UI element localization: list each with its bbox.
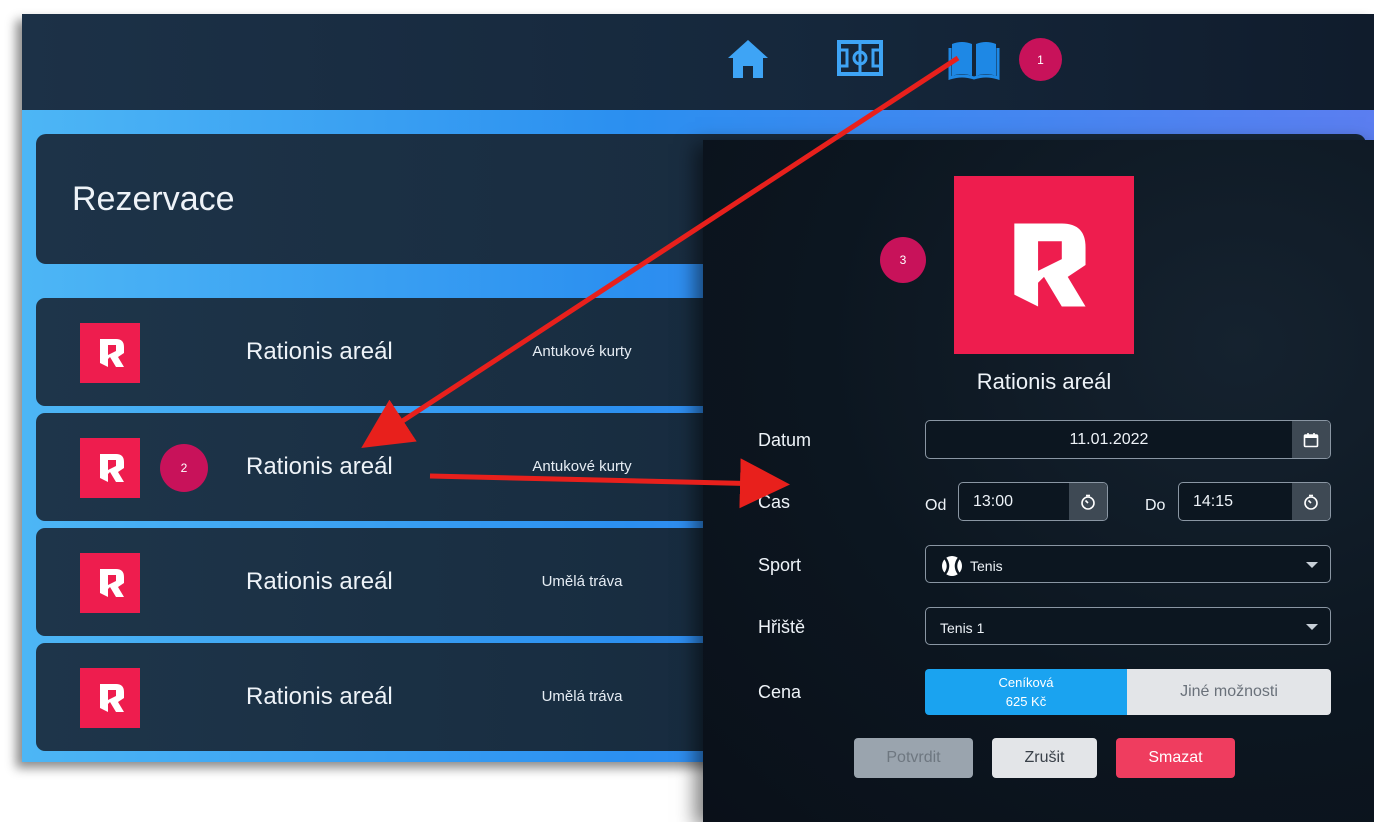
rationis-logo-icon	[80, 323, 140, 383]
reservation-court-type: Antukové kurty	[532, 343, 632, 360]
reservation-place: Rationis areál	[246, 568, 393, 595]
date-label: Datum	[758, 430, 812, 450]
rationis-logo-icon	[954, 176, 1134, 354]
date-value: 11.01.2022	[1069, 431, 1149, 448]
home-icon[interactable]	[726, 38, 770, 85]
sport-select[interactable]: Tenis	[925, 545, 1331, 583]
time-from-value: 13:00	[973, 493, 1014, 510]
reservation-place: Rationis areál	[246, 338, 393, 365]
reservation-dialog: Rationis areál Datum 11.01.2022 Čas Od 1…	[703, 140, 1374, 822]
rationis-logo-icon	[80, 438, 140, 498]
sport-label: Sport	[758, 555, 802, 575]
time-label: Čas	[758, 492, 791, 512]
reservation-place: Rationis areál	[246, 683, 393, 710]
time-from-field[interactable]: 13:00	[958, 482, 1108, 521]
price-toggle: Ceníková 625 Kč Jiné možnosti	[925, 669, 1331, 715]
step-badge-1: 1	[1019, 38, 1062, 81]
timer-icon[interactable]	[1069, 483, 1107, 520]
price-label: Cena	[758, 682, 802, 702]
cancel-button[interactable]: Zrušit	[992, 738, 1097, 778]
book-icon[interactable]	[948, 38, 1000, 85]
chevron-down-icon	[1306, 562, 1318, 568]
tennis-ball-icon	[940, 555, 964, 582]
court-value: Tenis 1	[940, 620, 985, 636]
reservation-court-type: Umělá tráva	[541, 573, 623, 590]
price-list-title: Ceníková	[998, 675, 1054, 690]
football-field-icon[interactable]	[837, 40, 883, 81]
reservation-place: Rationis areál	[246, 453, 393, 480]
reservation-court-type: Antukové kurty	[532, 458, 632, 475]
dialog-place-name: Rationis areál	[976, 369, 1112, 394]
step-badge-2: 2	[160, 444, 208, 492]
other-options-button[interactable]: Jiné možnosti	[1127, 669, 1331, 715]
time-to-label: Do	[1145, 497, 1166, 514]
court-select[interactable]: Tenis 1	[925, 607, 1331, 645]
court-label: Hřiště	[758, 617, 806, 637]
step-badge-3: 3	[880, 237, 926, 283]
price-list-amount: 625 Kč	[1005, 694, 1047, 709]
time-from-label: Od	[925, 497, 947, 514]
sport-value: Tenis	[970, 558, 1003, 574]
time-to-field[interactable]: 14:15	[1178, 482, 1331, 521]
date-field[interactable]: 11.01.2022	[925, 420, 1331, 459]
chevron-down-icon	[1306, 624, 1318, 630]
delete-button[interactable]: Smazat	[1116, 738, 1235, 778]
top-navigation-bar: 1	[22, 14, 1374, 110]
rationis-logo-icon	[80, 668, 140, 728]
price-list-option[interactable]: Ceníková 625 Kč	[925, 669, 1127, 715]
timer-icon[interactable]	[1292, 483, 1330, 520]
rationis-logo-icon	[80, 553, 140, 613]
page-title: Rezervace	[72, 180, 235, 218]
time-to-value: 14:15	[1193, 493, 1234, 510]
calendar-icon[interactable]	[1292, 421, 1330, 458]
reservation-court-type: Umělá tráva	[541, 688, 623, 705]
confirm-button[interactable]: Potvrdit	[854, 738, 973, 778]
